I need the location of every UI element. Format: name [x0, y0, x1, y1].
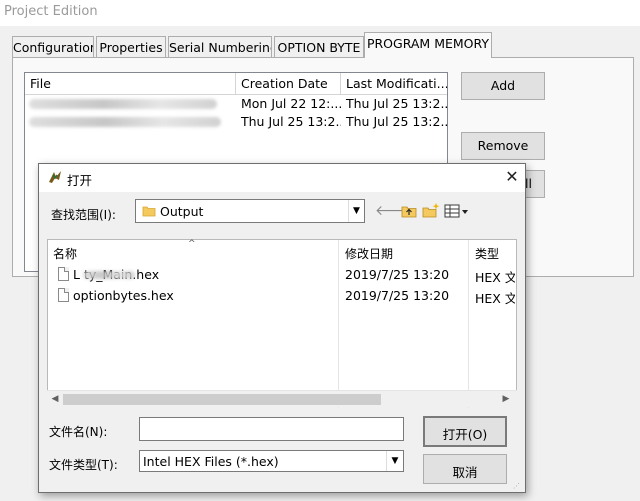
- redacted-filename: [83, 271, 135, 279]
- tab-option-byte[interactable]: OPTION BYTE: [274, 36, 364, 58]
- redacted-filename: [29, 99, 217, 109]
- list-item[interactable]: [25, 95, 236, 113]
- app-icon: [49, 171, 61, 183]
- look-in-combo[interactable]: Output ▼: [135, 199, 365, 223]
- file-date: 2019/7/25 13:20: [345, 288, 450, 303]
- tab-strip: Configuration Properties Serial Numberin…: [12, 32, 632, 58]
- filename-label: 文件名(N):: [49, 425, 108, 439]
- close-icon[interactable]: ✕: [501, 166, 523, 188]
- column-modified-date[interactable]: 修改日期: [340, 240, 468, 264]
- open-button[interactable]: 打开(O): [423, 416, 507, 447]
- modified-date-cell: Thu Jul 25 13:2...: [346, 114, 447, 129]
- column-file[interactable]: File: [25, 73, 236, 95]
- scroll-left-icon[interactable]: ◀: [48, 392, 62, 406]
- dialog-titlebar: 打开 ✕: [39, 164, 525, 192]
- column-type[interactable]: 类型: [470, 240, 516, 264]
- chevron-down-icon[interactable]: ▼: [348, 200, 364, 222]
- redacted-filename: [29, 117, 221, 127]
- file-icon: [58, 267, 69, 281]
- file-date: 2019/7/25 13:20: [345, 267, 450, 282]
- resize-grip[interactable]: ⋰: [513, 482, 523, 492]
- list-item[interactable]: [25, 113, 236, 131]
- look-in-label: 查找范围(I):: [51, 208, 116, 222]
- modified-date-cell: Thu Jul 25 13:2...: [346, 96, 447, 111]
- back-arrow-icon[interactable]: 🡐: [375, 202, 413, 220]
- creation-date-cell: Mon Jul 22 12:...: [241, 96, 341, 111]
- column-creation-date[interactable]: Creation Date: [236, 73, 341, 95]
- tab-properties[interactable]: Properties: [96, 36, 166, 58]
- horizontal-scrollbar[interactable]: ◀ ▶: [47, 390, 517, 407]
- file-icon: [58, 288, 69, 302]
- tab-serial-numbering[interactable]: Serial Numbering: [168, 36, 272, 58]
- filetype-label: 文件类型(T):: [49, 458, 118, 472]
- open-file-dialog: 打开 ✕ 查找范围(I): Output ▼ 🡐 名称 ^ 修改日期 类型 L …: [38, 163, 526, 493]
- new-folder-icon[interactable]: [421, 202, 441, 220]
- sort-up-icon: ^: [188, 239, 196, 249]
- dialog-title: 打开: [67, 173, 93, 188]
- creation-date-cell: Thu Jul 25 13:2...: [241, 114, 341, 129]
- tab-configuration[interactable]: Configuration: [12, 36, 94, 58]
- filetype-select[interactable]: Intel HEX Files (*.hex) ▼: [139, 450, 404, 472]
- file-name: optionbytes.hex: [73, 288, 174, 303]
- list-item[interactable]: optionbytes.hex 2019/7/25 13:20 HEX 文: [48, 286, 516, 306]
- filename-input[interactable]: [139, 417, 404, 441]
- column-last-modification[interactable]: Last Modificati...: [341, 73, 447, 95]
- remove-button[interactable]: Remove: [461, 132, 545, 160]
- look-in-value: Output: [160, 204, 204, 219]
- file-type: HEX 文: [475, 270, 515, 285]
- scrollbar-thumb[interactable]: [63, 394, 381, 405]
- list-item[interactable]: L ty_Main.hex 2019/7/25 13:20 HEX 文: [48, 265, 516, 285]
- tab-program-memory[interactable]: PROGRAM MEMORY: [364, 32, 492, 58]
- filetype-value: Intel HEX Files (*.hex): [143, 454, 279, 469]
- view-menu-icon[interactable]: [443, 202, 471, 220]
- up-folder-icon[interactable]: [399, 202, 419, 220]
- add-button[interactable]: Add: [461, 72, 545, 100]
- folder-icon: [142, 206, 156, 217]
- dialog-file-list[interactable]: 名称 ^ 修改日期 类型 L ty_Main.hex 2019/7/25 13:…: [47, 239, 517, 408]
- file-type: HEX 文: [475, 291, 515, 306]
- cancel-button[interactable]: 取消: [423, 454, 507, 484]
- chevron-down-icon[interactable]: ▼: [386, 451, 403, 471]
- scroll-right-icon[interactable]: ▶: [499, 392, 513, 406]
- window-title: Project Edition: [0, 0, 640, 26]
